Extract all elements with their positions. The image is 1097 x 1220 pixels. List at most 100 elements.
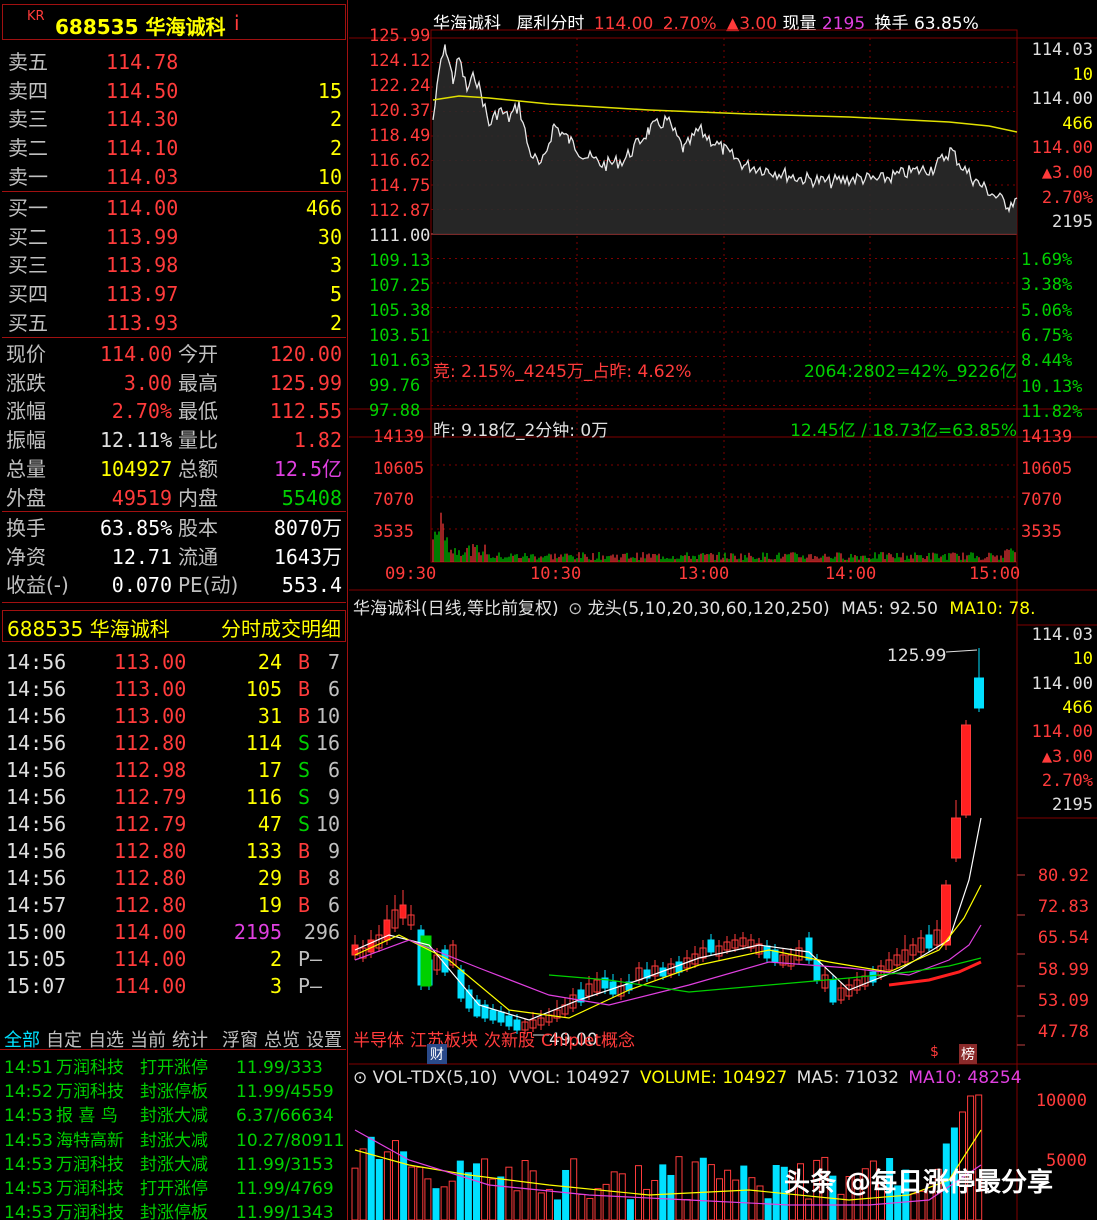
trade-price: 112.80	[114, 893, 187, 917]
alert-row[interactable]: 14:53 万润科技 封涨停板 11.99/1343	[0, 1201, 346, 1220]
alert-row[interactable]: 14:52 万润科技 封涨停板 11.99/4559	[0, 1080, 346, 1104]
time-label: 09:30	[385, 564, 437, 584]
trade-side: B	[298, 893, 311, 917]
dollar-badge[interactable]: $	[930, 1044, 939, 1060]
trade-row[interactable]: 14:56 112.80 114 S 16	[0, 729, 346, 757]
alert-event: 封涨停板	[140, 1082, 208, 1103]
trade-row[interactable]: 14:56 112.98 17 S 6	[0, 756, 346, 784]
trade-row[interactable]: 14:56 112.79 116 S 9	[0, 783, 346, 811]
volume-bar	[724, 1169, 732, 1220]
ask-row[interactable]: 卖五 114.78	[0, 48, 346, 76]
bid-row[interactable]: 买五 113.93 2	[0, 309, 346, 337]
alert-row[interactable]: 14:53 万润科技 打开涨停 11.99/4769	[0, 1177, 346, 1201]
trade-side: P—	[298, 974, 323, 998]
fundamental-row: 收益(-) 0.070 PE(动) 553.4	[0, 571, 346, 599]
ask-row[interactable]: 卖二 114.10 2	[0, 134, 346, 162]
trade-volume: 19	[257, 893, 282, 917]
volume-bar	[691, 1161, 699, 1220]
trade-row[interactable]: 14:56 112.80 29 B 8	[0, 864, 346, 892]
trade-row[interactable]: 14:56 112.79 47 S 10	[0, 810, 346, 838]
indicator-dropdown-icon[interactable]: ⊙	[568, 599, 582, 619]
stat-value: 1.82	[293, 428, 342, 453]
bid-row[interactable]: 买一 114.00 466	[0, 194, 346, 222]
tab-4[interactable]: 统计	[172, 1026, 208, 1052]
trade-volume: 29	[257, 866, 282, 890]
concept-tag[interactable]: Chiplet概念	[541, 1031, 635, 1051]
tab-1[interactable]: 自定	[46, 1026, 82, 1052]
ask-row[interactable]: 卖四 114.50 15	[0, 77, 346, 105]
bid-row[interactable]: 买三 113.98 3	[0, 251, 346, 279]
stat-label: 收益(-)	[6, 573, 69, 598]
yesterday-info: 昨: 9.18亿_2分钟: 0万	[433, 421, 609, 441]
stat-label: 量比	[178, 428, 218, 453]
daily-chart-name[interactable]: 华海诚科(日线,等比前复权)	[353, 599, 559, 619]
stat-label: 今开	[178, 342, 218, 366]
tab-0[interactable]: 全部	[4, 1026, 40, 1052]
tab-5[interactable]: 浮窗	[222, 1026, 258, 1052]
volume-bar	[424, 1178, 432, 1220]
trade-row[interactable]: 14:57 112.80 19 B 6	[0, 891, 346, 919]
stock-header[interactable]: KR 688535 华海诚科 i	[2, 4, 346, 40]
alert-row[interactable]: 14:51 万润科技 打开涨停 11.99/333	[0, 1056, 346, 1080]
market-tag: KR	[27, 9, 45, 24]
trade-price: 114.00	[114, 974, 187, 998]
trade-row[interactable]: 15:05 114.00 2 P—	[0, 945, 346, 973]
trade-time: 14:56	[6, 704, 67, 728]
axis-label: 2.70%	[1041, 770, 1093, 791]
alert-event: 封涨停板	[140, 1203, 208, 1220]
axis-label: 1.69%	[1021, 250, 1073, 270]
stock-code-name: 688535 华海诚科	[55, 15, 226, 39]
trade-count: 6	[327, 893, 340, 917]
tab-7[interactable]: 设置	[306, 1026, 342, 1052]
volume-dropdown-icon[interactable]: ⊙	[353, 1068, 367, 1088]
bid-row[interactable]: 买二 113.99 30	[0, 223, 346, 251]
alert-time: 14:52	[4, 1082, 53, 1103]
divider	[2, 602, 346, 603]
ask-row[interactable]: 卖三 114.30 2	[0, 105, 346, 133]
stat-label: 涨跌	[6, 370, 46, 395]
axis-label: 10605	[373, 458, 425, 479]
trade-side: S	[298, 758, 311, 782]
book-label: 卖二	[8, 136, 48, 161]
volume-indicator[interactable]: VOL-TDX(5,10)	[373, 1068, 498, 1088]
axis-label: 14139	[373, 427, 425, 447]
ask-row[interactable]: 卖一 114.03 10	[0, 163, 346, 191]
concept-tag[interactable]: 次新股	[484, 1031, 535, 1051]
rank-badge[interactable]: 榜	[959, 1044, 977, 1064]
alert-row[interactable]: 14:53 报 喜 鸟 封涨大减 6.37/66634	[0, 1104, 346, 1128]
book-volume: 3	[329, 253, 342, 278]
high-price-label: 125.99	[887, 646, 947, 666]
alert-stock: 万润科技	[56, 1154, 124, 1175]
alert-row[interactable]: 14:53 万润科技 封涨大减 11.99/3153	[0, 1153, 346, 1177]
axis-label: 47.78	[1037, 1022, 1089, 1042]
indicator-name[interactable]: 龙头(5,10,20,30,60,120,250)	[588, 599, 830, 619]
candle-body	[961, 724, 971, 816]
trade-row[interactable]: 15:00 114.00 2195 296	[0, 918, 346, 946]
bid-row[interactable]: 买四 113.97 5	[0, 280, 346, 308]
alert-row[interactable]: 14:53 海特高新 封涨大减 10.27/80911	[0, 1129, 346, 1153]
trade-row[interactable]: 14:56 113.00 24 B 7	[0, 648, 346, 676]
concept-tags[interactable]: 半导体 江苏板块 次新股 Chiplet概念	[353, 1026, 641, 1051]
financial-badge[interactable]: 财	[427, 1044, 447, 1064]
candle-body	[489, 1009, 497, 1021]
trade-row[interactable]: 14:56 112.80 133 B 9	[0, 837, 346, 865]
tab-6[interactable]: 总览	[264, 1026, 300, 1052]
trade-time: 14:56	[6, 839, 67, 863]
stat-label: 外盘	[6, 485, 46, 510]
stat-value: 49519	[111, 485, 172, 510]
axis-label: 124.12	[369, 51, 431, 71]
trade-row[interactable]: 14:56 113.00 105 B 6	[0, 675, 346, 703]
trade-count: 8	[327, 866, 340, 890]
alert-time: 14:53	[4, 1203, 53, 1220]
trade-row[interactable]: 14:56 113.00 31 B 10	[0, 702, 346, 730]
axis-label: 3.38%	[1021, 275, 1073, 296]
trade-row[interactable]: 15:07 114.00 3 P—	[0, 972, 346, 1000]
info-icon[interactable]: i	[234, 11, 240, 35]
tab-3[interactable]: 当前	[130, 1026, 166, 1052]
volume-bar	[367, 1136, 375, 1220]
stat-label: 最低	[178, 399, 218, 424]
tab-2[interactable]: 自选	[88, 1026, 124, 1052]
concept-tag[interactable]: 半导体	[353, 1031, 404, 1051]
volume-bar	[456, 1160, 464, 1220]
alert-stock: 万润科技	[56, 1203, 124, 1220]
